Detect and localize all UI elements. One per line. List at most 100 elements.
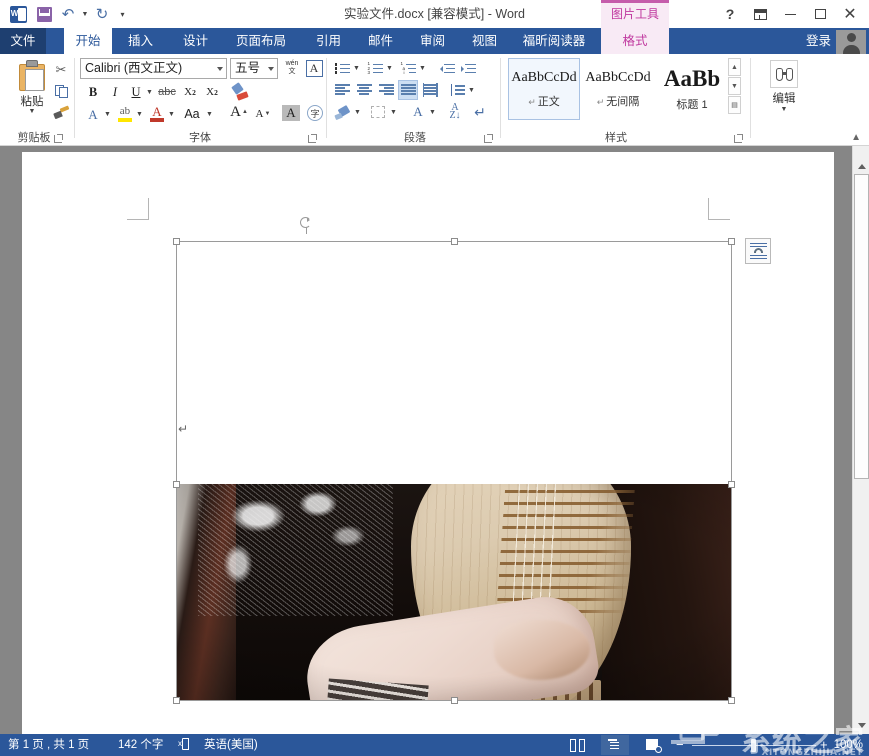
resize-handle-top-right[interactable] [728, 238, 735, 245]
underline-button[interactable]: U [127, 82, 145, 102]
paste-button[interactable]: 粘贴 ▼ [10, 58, 54, 120]
tab-foxit-reader[interactable]: 福昕阅读器 [512, 28, 596, 54]
resize-handle-top-center[interactable] [451, 238, 458, 245]
rotate-handle[interactable] [298, 217, 314, 233]
line-spacing-dropdown-icon[interactable]: ▼ [466, 80, 476, 100]
borders-button[interactable] [368, 102, 388, 122]
align-right-button[interactable] [376, 80, 396, 100]
shading-button[interactable] [332, 102, 352, 122]
cut-button[interactable]: ✂ [50, 60, 72, 80]
multilevel-list-button[interactable]: 1 a i [398, 58, 418, 78]
paste-dropdown-icon[interactable]: ▼ [29, 109, 36, 115]
sort-button[interactable]: AZ↓ [445, 102, 465, 122]
change-case-button[interactable]: Aa [179, 104, 205, 124]
align-center-button[interactable] [354, 80, 374, 100]
tab-references[interactable]: 引用 [306, 28, 350, 54]
bullets-dropdown-icon[interactable]: ▼ [351, 58, 361, 78]
selected-picture-frame[interactable] [176, 241, 732, 701]
ribbon-display-options-icon[interactable] [745, 2, 775, 26]
resize-handle-bottom-right[interactable] [728, 697, 735, 704]
scrollbar-thumb[interactable] [854, 174, 869, 479]
font-color-button[interactable]: A [147, 104, 167, 124]
layout-options-button[interactable] [745, 238, 771, 264]
clear-formatting-button[interactable] [230, 81, 252, 101]
tab-page-layout[interactable]: 页面布局 [225, 28, 297, 54]
character-border-button[interactable]: A [304, 58, 324, 78]
tab-insert[interactable]: 插入 [118, 28, 162, 54]
styles-gallery-down-button[interactable]: ▼ [728, 77, 741, 95]
multilevel-dropdown-icon[interactable]: ▼ [417, 58, 427, 78]
grow-font-button[interactable]: A▲ [228, 102, 250, 122]
zoom-out-button[interactable]: − [676, 734, 684, 756]
editing-button[interactable]: 编辑 ▼ [766, 60, 802, 116]
justify-button[interactable] [398, 80, 418, 100]
numbering-button[interactable]: 1 2 3 [365, 58, 385, 78]
text-effects-dropdown-icon[interactable]: ▼ [102, 104, 112, 124]
increase-indent-button[interactable] [458, 58, 478, 78]
paragraph-dialog-launcher[interactable] [483, 133, 494, 144]
zoom-thumb[interactable] [751, 739, 756, 752]
editing-dropdown-icon[interactable]: ▼ [781, 106, 788, 113]
numbering-dropdown-icon[interactable]: ▼ [384, 58, 394, 78]
shading-dropdown-icon[interactable]: ▼ [352, 102, 362, 122]
sign-in-link[interactable]: 登录 [806, 28, 831, 54]
language-indicator[interactable]: 英语(美国) [204, 734, 258, 756]
distributed-align-button[interactable] [420, 80, 440, 100]
collapse-ribbon-button[interactable]: ▲ [851, 132, 861, 143]
font-name-caret-icon[interactable] [217, 67, 223, 71]
tab-picture-format[interactable]: 格式 [601, 28, 669, 54]
word-count[interactable]: 142 个字 [118, 734, 163, 756]
style-item-no-spacing[interactable]: AaBbCcDd ↵无间隔 [582, 58, 654, 120]
phonetic-guide-button[interactable]: wén文 [282, 58, 302, 78]
strikethrough-button[interactable]: abc [156, 82, 178, 102]
resize-handle-middle-left[interactable] [173, 481, 180, 488]
tab-home[interactable]: 开始 [64, 28, 112, 54]
minimize-icon[interactable] [775, 2, 805, 26]
tab-view[interactable]: 视图 [462, 28, 506, 54]
zoom-level[interactable]: 100% [834, 734, 863, 756]
align-left-button[interactable] [332, 80, 352, 100]
styles-dialog-launcher[interactable] [733, 133, 744, 144]
borders-dropdown-icon[interactable]: ▼ [388, 102, 398, 122]
view-web-layout-button[interactable] [639, 735, 667, 755]
highlight-dropdown-icon[interactable]: ▼ [134, 104, 144, 124]
undo-dropdown-icon[interactable]: ▼ [80, 3, 89, 25]
zoom-in-button[interactable]: + [820, 734, 828, 756]
font-size-combo[interactable]: 五号 [230, 58, 278, 79]
tab-file[interactable]: 文件 [0, 28, 46, 54]
resize-handle-top-left[interactable] [173, 238, 180, 245]
help-icon[interactable]: ? [715, 2, 745, 26]
styles-gallery-up-button[interactable]: ▲ [728, 58, 741, 76]
redo-icon[interactable]: ↻ [91, 3, 113, 25]
asian-layout-dropdown-icon[interactable]: ▼ [427, 102, 437, 122]
vertical-scrollbar[interactable] [852, 146, 869, 734]
tab-review[interactable]: 审阅 [410, 28, 454, 54]
change-case-dropdown-icon[interactable]: ▼ [204, 104, 214, 124]
asian-layout-button[interactable]: A [408, 102, 428, 122]
show-formatting-marks-button[interactable]: ↵ [470, 102, 490, 122]
clipboard-dialog-launcher[interactable] [53, 133, 64, 144]
scroll-up-button[interactable] [853, 158, 869, 175]
enclose-characters-button[interactable]: 字 [304, 103, 326, 123]
view-read-mode-button[interactable] [563, 735, 591, 755]
style-item-heading1[interactable]: AaBb 标题 1 [656, 58, 728, 120]
italic-button[interactable]: I [105, 82, 125, 102]
view-print-layout-button[interactable] [601, 735, 629, 755]
bullets-button[interactable] [332, 58, 352, 78]
subscript-button[interactable]: X2 [180, 82, 200, 102]
shrink-font-button[interactable]: A▼ [252, 104, 274, 124]
line-spacing-button[interactable] [447, 80, 467, 100]
format-painter-button[interactable] [50, 102, 72, 122]
styles-gallery-more-button[interactable]: ▤ [728, 96, 741, 114]
resize-handle-bottom-center[interactable] [451, 697, 458, 704]
close-icon[interactable]: ✕ [835, 2, 865, 26]
scroll-down-button[interactable] [853, 717, 869, 734]
font-size-caret-icon[interactable] [268, 67, 274, 71]
resize-handle-middle-right[interactable] [728, 481, 735, 488]
tab-mailings[interactable]: 邮件 [358, 28, 402, 54]
avatar[interactable] [836, 30, 866, 54]
style-item-normal[interactable]: AaBbCcDd ↵正文 [508, 58, 580, 120]
maximize-icon[interactable] [805, 2, 835, 26]
undo-icon[interactable]: ↶ [58, 3, 78, 25]
copy-button[interactable] [50, 81, 72, 101]
